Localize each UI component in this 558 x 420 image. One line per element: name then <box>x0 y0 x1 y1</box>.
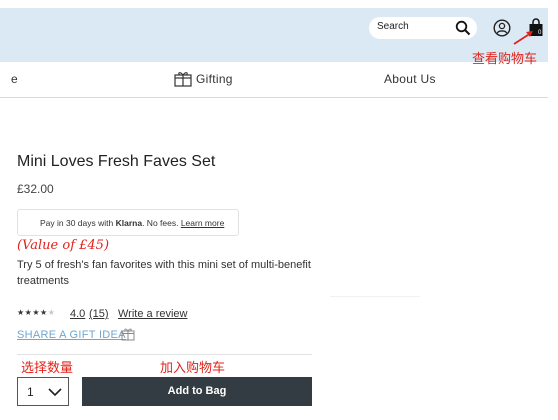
nav-item-gifting[interactable]: Gifting <box>196 72 233 86</box>
shopping-bag-icon[interactable]: 0 <box>528 18 544 37</box>
star-icon: ★ <box>40 308 48 317</box>
star-icon: ★ <box>32 308 41 317</box>
klarna-banner: Pay in 30 days with Klarna. No fees. Lea… <box>17 209 239 236</box>
klarna-suffix: . No fees. <box>142 218 181 228</box>
review-count-link[interactable]: (15) <box>89 308 109 320</box>
klarna-learn-more-link[interactable]: Learn more <box>181 218 224 228</box>
annotation-value: (Value of £45) <box>17 238 110 253</box>
search-icon[interactable] <box>455 20 471 36</box>
star-rating: ★★★★★ <box>17 308 55 317</box>
star-icon: ★ <box>17 308 25 317</box>
search-input[interactable]: Search <box>377 21 409 32</box>
annotation-select-quantity: 选择数量 <box>21 361 74 376</box>
quantity-value: 1 <box>27 385 34 399</box>
star-icon: ★ <box>47 308 56 317</box>
search-box[interactable]: Search <box>369 17 477 39</box>
account-icon[interactable] <box>493 19 511 37</box>
nav-item-truncated[interactable]: e <box>11 72 18 86</box>
gift-icon <box>174 72 192 87</box>
product-description: Try 5 of fresh's fan favorites with this… <box>17 259 311 287</box>
share-gift-idea-link[interactable]: SHARE A GIFT IDEA <box>17 329 126 341</box>
write-review-link[interactable]: Write a review <box>118 308 187 320</box>
top-banner: Search 0 <box>0 8 548 62</box>
add-to-bag-button[interactable]: Add to Bag <box>82 377 312 406</box>
product-title: Mini Loves Fresh Faves Set <box>17 153 216 170</box>
gift-icon[interactable] <box>121 327 135 341</box>
klarna-logo: Klarna <box>115 218 143 228</box>
product-price: £32.00 <box>17 182 54 196</box>
annotation-add-to-cart: 加入购物车 <box>160 361 226 376</box>
nav-item-about-us[interactable]: About Us <box>384 72 436 86</box>
divider <box>330 296 420 297</box>
klarna-prefix: Pay in 30 days with <box>40 218 116 228</box>
divider <box>17 354 312 355</box>
rating-value[interactable]: 4.0 <box>70 308 85 320</box>
quantity-select[interactable]: 1 <box>17 377 69 406</box>
chevron-down-icon <box>48 388 62 397</box>
main-nav: e Gifting About Us <box>0 62 548 98</box>
